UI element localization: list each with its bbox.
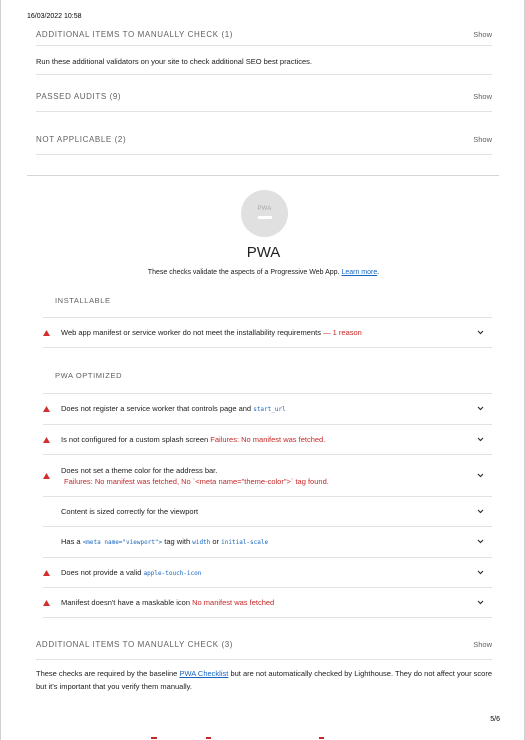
pwa-score-gauge[interactable]: PWA [241,190,288,237]
chevron-down-icon[interactable] [477,570,484,575]
pwa-manual-description: These checks are required by the baselin… [36,669,492,691]
audit-content-width[interactable]: Content is sized correctly for the viewp… [43,497,492,526]
seo-passed-audits-header[interactable]: PASSED AUDITS (9) Show [36,89,492,103]
divider [36,111,492,112]
divider [36,659,492,660]
seo-manual-description: Run these additional validators on your … [36,57,312,66]
seo-not-applicable-header[interactable]: NOT APPLICABLE (2) Show [36,132,492,146]
divider [36,74,492,75]
chevron-down-icon[interactable] [477,473,484,478]
divider [36,154,492,155]
show-toggle[interactable]: Show [473,640,492,649]
audit-maskable-icon[interactable]: Manifest doesn't have a maskable icon No… [43,588,492,617]
audit-splash-screen[interactable]: Is not configured for a custom splash sc… [43,425,492,454]
chevron-down-icon[interactable] [477,600,484,605]
pwa-manual-checks-header[interactable]: ADDITIONAL ITEMS TO MANUALLY CHECK (3) S… [36,637,492,651]
divider [36,45,492,46]
fail-triangle-icon [43,569,50,576]
category-title: PWA [246,244,281,261]
print-date: 16/03/2022 10:58 [27,13,82,20]
divider [43,617,492,618]
seo-manual-checks-header[interactable]: ADDITIONAL ITEMS TO MANUALLY CHECK (1) S… [36,27,492,41]
audit-service-worker[interactable]: Does not register a service worker that … [43,394,492,424]
report-page: 16/03/2022 10:58 ADDITIONAL ITEMS TO MAN… [0,0,525,740]
show-toggle[interactable]: Show [473,92,492,101]
chevron-down-icon[interactable] [477,330,484,335]
fail-triangle-icon [43,436,50,443]
fail-triangle-icon [43,329,50,336]
show-toggle[interactable]: Show [473,30,492,39]
section-title: ADDITIONAL ITEMS TO MANUALLY CHECK (1) [36,29,234,39]
section-title: PASSED AUDITS (9) [36,91,122,101]
fail-triangle-icon [43,406,50,412]
group-title-installable: INSTALLABLE [55,296,111,305]
page-number: 5/6 [490,716,500,723]
chevron-down-icon[interactable] [477,437,484,442]
audit-apple-touch-icon[interactable]: Does not provide a valid apple-touch-ico… [43,558,492,587]
audit-viewport[interactable]: Has a <meta name="viewport"> tag with wi… [43,527,492,557]
group-title-pwa-optimized: PWA OPTIMIZED [55,371,123,380]
show-toggle[interactable]: Show [473,135,492,144]
learn-more-link[interactable]: Learn more [341,269,377,276]
dash-icon [257,216,272,219]
category-description: These checks validate the aspects of a P… [147,269,380,276]
chevron-down-icon[interactable] [477,406,484,411]
divider [43,347,492,348]
gauge-label: PWA [257,206,272,212]
audit-installable-manifest[interactable]: Web app manifest or service worker do no… [43,318,492,347]
pwa-checklist-link[interactable]: PWA Checklist [179,669,228,678]
section-title: NOT APPLICABLE (2) [36,134,127,144]
section-title: ADDITIONAL ITEMS TO MANUALLY CHECK (3) [36,639,234,649]
audit-theme-color[interactable]: Does not set a theme color for the addre… [43,455,492,496]
fail-triangle-icon [43,472,50,479]
chevron-down-icon[interactable] [477,539,484,544]
chevron-down-icon[interactable] [477,509,484,514]
fail-triangle-icon [43,599,50,606]
category-separator [27,175,499,176]
